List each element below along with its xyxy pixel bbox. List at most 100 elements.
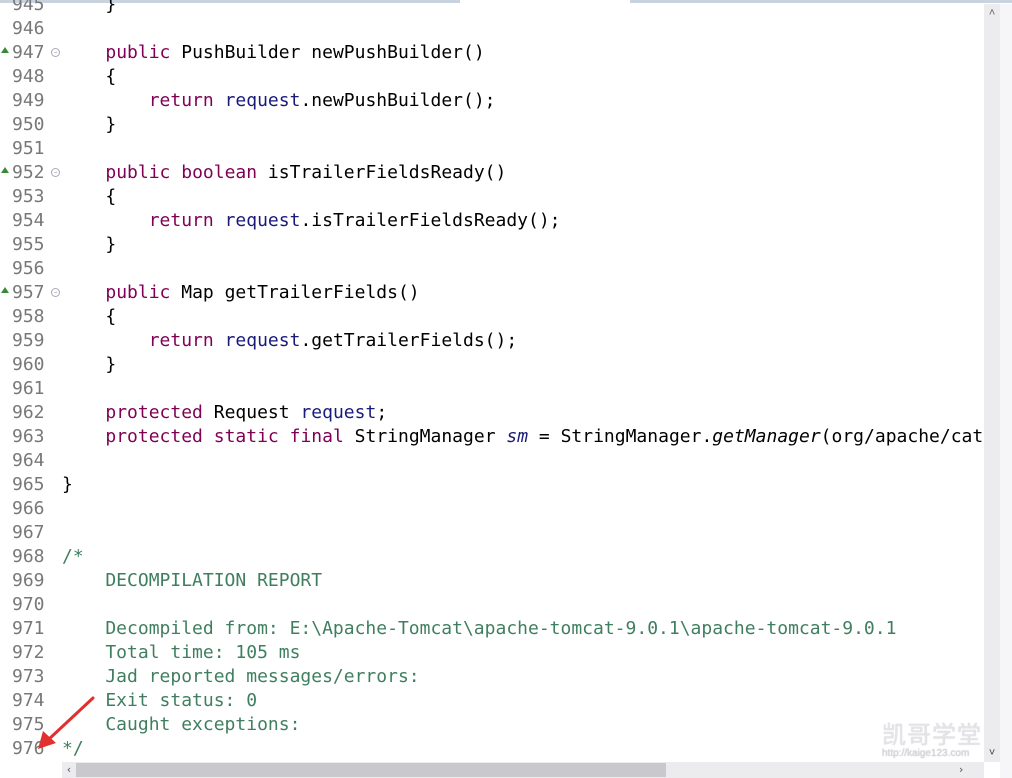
code-line[interactable]: 973 Jad reported messages/errors: xyxy=(0,665,984,689)
field-token: sm xyxy=(506,426,529,447)
code-text: return request.isTrailerFieldsReady(); xyxy=(62,209,561,233)
code-line[interactable]: 946 xyxy=(0,17,984,41)
field-token: request xyxy=(300,402,377,423)
line-number: 951 xyxy=(12,138,45,159)
code-line[interactable]: 970 xyxy=(0,593,984,617)
code-token: PushBuilder newPushBuilder() xyxy=(170,42,485,63)
code-line[interactable]: 950 } xyxy=(0,113,984,137)
code-line[interactable]: 972 Total time: 105 ms xyxy=(0,641,984,665)
horizontal-scrollbar[interactable]: ‹ › xyxy=(62,762,984,778)
code-line[interactable]: 957− public Map getTrailerFields() xyxy=(0,281,984,305)
line-number: 961 xyxy=(12,378,45,399)
comment-token: Total time: 105 ms xyxy=(62,642,301,663)
line-number: 960 xyxy=(12,354,45,375)
code-line[interactable]: 956 xyxy=(0,257,984,281)
code-line[interactable]: 963 protected static final StringManager… xyxy=(0,425,984,449)
line-number: 957 xyxy=(12,282,45,303)
code-text: Decompiled from: E:\Apache-Tomcat\apache… xyxy=(62,617,896,641)
code-token: (org/apache/catalina/connector/RequestFa… xyxy=(820,426,984,447)
code-token: isTrailerFieldsReady() xyxy=(257,162,507,183)
code-text: return request.newPushBuilder(); xyxy=(62,89,496,113)
code-line[interactable]: 952− public boolean isTrailerFieldsReady… xyxy=(0,161,984,185)
code-line[interactable]: 960 } xyxy=(0,353,984,377)
horizontal-scroll-thumb[interactable] xyxy=(76,763,666,777)
comment-token: Jad reported messages/errors: xyxy=(62,666,420,687)
line-number: 945 xyxy=(12,0,45,15)
code-line[interactable]: 976 */ xyxy=(0,737,984,761)
code-line[interactable]: 947− public PushBuilder newPushBuilder() xyxy=(0,41,984,65)
code-editor[interactable]: 945 } 946 947− public PushBuilder newPushB… xyxy=(0,0,984,765)
override-marker-icon xyxy=(1,47,9,53)
fold-toggle-icon[interactable]: − xyxy=(51,168,60,177)
vertical-scrollbar[interactable]: ˄ ˅ xyxy=(984,4,1000,762)
code-token: Map getTrailerFields() xyxy=(170,282,420,303)
code-token: } xyxy=(62,234,117,255)
code-line[interactable]: 971 Decompiled from: E:\Apache-Tomcat\ap… xyxy=(0,617,984,641)
code-line[interactable]: 951 xyxy=(0,137,984,161)
code-line[interactable]: 949 return request.newPushBuilder(); xyxy=(0,89,984,113)
line-number: 966 xyxy=(12,498,45,519)
code-line[interactable]: 948 { xyxy=(0,65,984,89)
code-line[interactable]: 961 xyxy=(0,377,984,401)
line-number: 948 xyxy=(12,66,45,87)
scroll-right-icon[interactable]: › xyxy=(954,762,968,778)
code-line[interactable]: 954 return request.isTrailerFieldsReady(… xyxy=(0,209,984,233)
keyword-token: public xyxy=(105,42,171,63)
code-token: .isTrailerFieldsReady(); xyxy=(300,210,561,231)
line-number: 954 xyxy=(12,210,45,231)
scroll-left-icon[interactable]: ‹ xyxy=(62,762,76,778)
field-token: request xyxy=(224,90,301,111)
code-text: } xyxy=(62,233,116,257)
code-line[interactable]: 959 return request.getTrailerFields(); xyxy=(0,329,984,353)
code-token: = StringManager. xyxy=(528,426,713,447)
keyword-token: static xyxy=(213,426,279,447)
code-line[interactable]: 975 Caught exceptions: xyxy=(0,713,984,737)
code-token: } xyxy=(62,354,117,375)
keyword-token: boolean xyxy=(181,162,258,183)
code-line[interactable]: 974 Exit status: 0 xyxy=(0,689,984,713)
code-text: protected Request request; xyxy=(62,401,387,425)
field-token: request xyxy=(224,330,301,351)
red-annotation-arrow-icon xyxy=(38,696,95,749)
code-line[interactable]: 945 } xyxy=(0,0,984,17)
keyword-token: return xyxy=(148,90,214,111)
fold-toggle-icon[interactable]: − xyxy=(51,48,60,57)
line-number: 973 xyxy=(12,666,45,687)
code-line[interactable]: 962 protected Request request; xyxy=(0,401,984,425)
line-number: 946 xyxy=(12,18,45,39)
code-line[interactable]: 953 { xyxy=(0,185,984,209)
code-line[interactable]: 966 xyxy=(0,497,984,521)
line-number: 970 xyxy=(12,594,45,615)
code-text: } xyxy=(62,113,116,137)
code-line[interactable]: 965} xyxy=(0,473,984,497)
code-line[interactable]: 955 } xyxy=(0,233,984,257)
code-token: StringManager xyxy=(343,426,507,447)
line-number: 956 xyxy=(12,258,45,279)
code-line[interactable]: 969 DECOMPILATION REPORT xyxy=(0,569,984,593)
scroll-up-icon[interactable]: ˄ xyxy=(984,6,1000,20)
code-line[interactable]: 958 { xyxy=(0,305,984,329)
code-line[interactable]: 967 xyxy=(0,521,984,545)
code-token: Request xyxy=(202,402,301,423)
line-number: 969 xyxy=(12,570,45,591)
keyword-token: public xyxy=(105,162,171,183)
code-text: } xyxy=(62,0,116,17)
line-number: 963 xyxy=(12,426,45,447)
code-token: .getTrailerFields(); xyxy=(300,330,518,351)
line-number: 959 xyxy=(12,330,45,351)
overview-ruler xyxy=(1000,4,1012,778)
code-line[interactable]: 968 /* xyxy=(0,545,984,569)
fold-toggle-icon[interactable]: − xyxy=(51,288,60,297)
code-token: { xyxy=(62,306,117,327)
code-text: } xyxy=(62,353,116,377)
code-text: { xyxy=(62,65,116,89)
code-line[interactable]: 964 xyxy=(0,449,984,473)
scroll-down-icon[interactable]: ˅ xyxy=(984,746,1000,760)
line-number: 952 xyxy=(12,162,45,183)
code-text: DECOMPILATION REPORT xyxy=(62,569,322,593)
code-text: protected static final StringManager sm … xyxy=(62,425,984,449)
code-text: Jad reported messages/errors: xyxy=(62,665,420,689)
line-number: 958 xyxy=(12,306,45,327)
